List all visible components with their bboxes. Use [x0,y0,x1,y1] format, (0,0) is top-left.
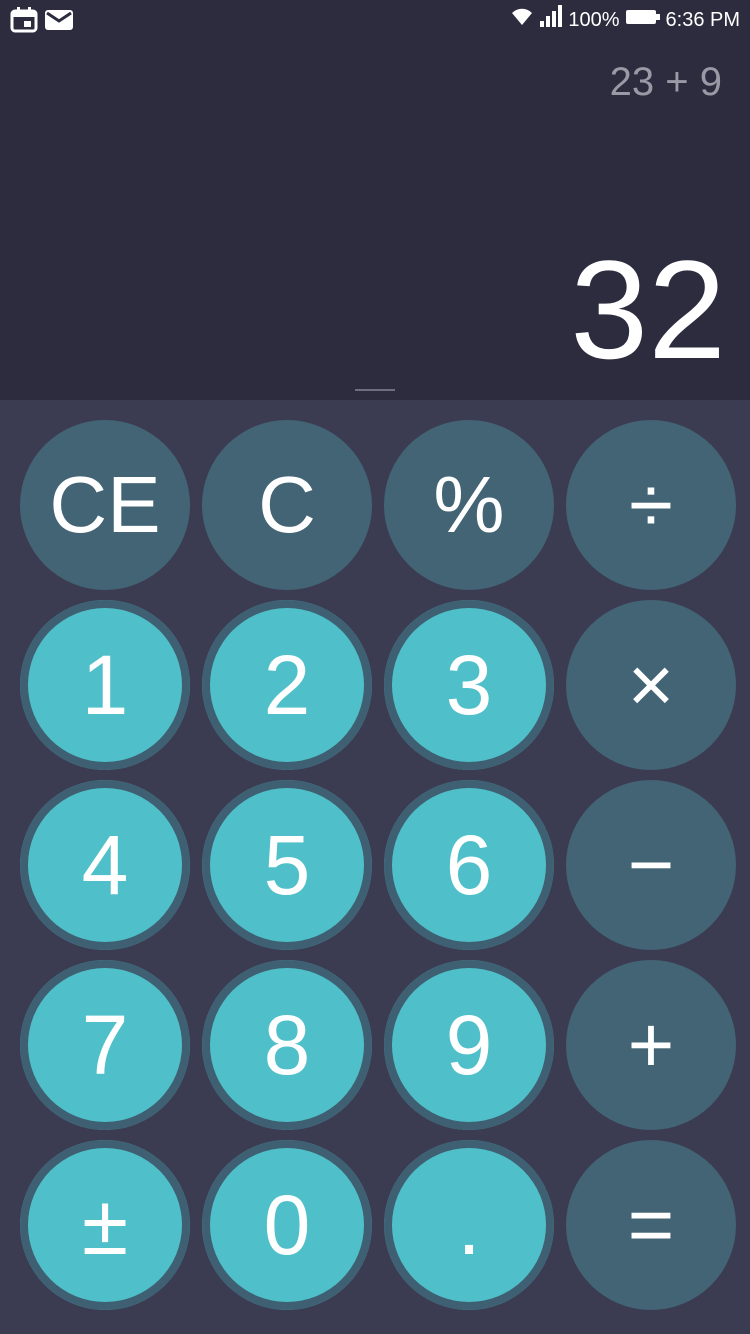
digit-2-button[interactable]: 2 [202,600,372,770]
expression-text: 23 + 9 [609,60,722,104]
plus-minus-button[interactable]: ± [20,1140,190,1310]
digit-7-label: 7 [81,998,129,1092]
digit-4-label: 4 [81,818,129,912]
digit-6-label: 6 [445,818,493,912]
clock: 6:36 PM [665,9,740,31]
digit-5-label: 5 [263,818,311,912]
calculator-display: 23 + 9 32 [0,40,750,400]
equals-button[interactable]: = [566,1140,736,1310]
battery-percent: 100% [568,9,620,31]
decimal-button[interactable]: . [384,1140,554,1310]
system-status: 100% 6:36 PM [510,5,740,35]
divide-label: ÷ [629,460,673,549]
notification-icons [10,7,74,38]
calculator-screen: 100% 6:36 PM 23 + 9 32 CE C % ÷ 1 2 3 × … [0,0,750,1334]
clear-button[interactable]: C [202,420,372,590]
clear-label: C [258,460,316,549]
minus-label: − [627,820,675,909]
digit-0-button[interactable]: 0 [202,1140,372,1310]
digit-6-button[interactable]: 6 [384,780,554,950]
battery-icon [625,6,660,34]
mail-icon [44,7,74,38]
percent-label: % [433,460,505,549]
minus-button[interactable]: − [566,780,736,950]
digit-3-label: 3 [445,638,493,732]
multiply-label: × [627,640,675,729]
wifi-icon [510,5,534,35]
digit-5-button[interactable]: 5 [202,780,372,950]
digit-3-button[interactable]: 3 [384,600,554,770]
divide-button[interactable]: ÷ [566,420,736,590]
digit-4-button[interactable]: 4 [20,780,190,950]
calendar-icon [10,7,38,38]
clear-entry-button[interactable]: CE [20,420,190,590]
equals-label: = [627,1180,675,1269]
clear-entry-label: CE [49,460,161,549]
keypad: CE C % ÷ 1 2 3 × 4 5 6 − 7 8 9 + ± 0 . = [0,400,750,1334]
digit-7-button[interactable]: 7 [20,960,190,1130]
digit-9-label: 9 [445,998,493,1092]
digit-0-label: 0 [263,1178,311,1272]
plus-label: + [627,1000,675,1089]
drag-handle[interactable] [355,389,395,391]
decimal-label: . [457,1178,481,1272]
result-text: 32 [570,231,726,388]
digit-1-button[interactable]: 1 [20,600,190,770]
percent-button[interactable]: % [384,420,554,590]
digit-2-label: 2 [263,638,311,732]
status-bar: 100% 6:36 PM [0,0,750,40]
digit-8-button[interactable]: 8 [202,960,372,1130]
digit-1-label: 1 [81,638,129,732]
plus-button[interactable]: + [566,960,736,1130]
digit-9-button[interactable]: 9 [384,960,554,1130]
plus-minus-label: ± [81,1178,129,1272]
multiply-button[interactable]: × [566,600,736,770]
signal-icon [540,5,563,35]
digit-8-label: 8 [263,998,311,1092]
